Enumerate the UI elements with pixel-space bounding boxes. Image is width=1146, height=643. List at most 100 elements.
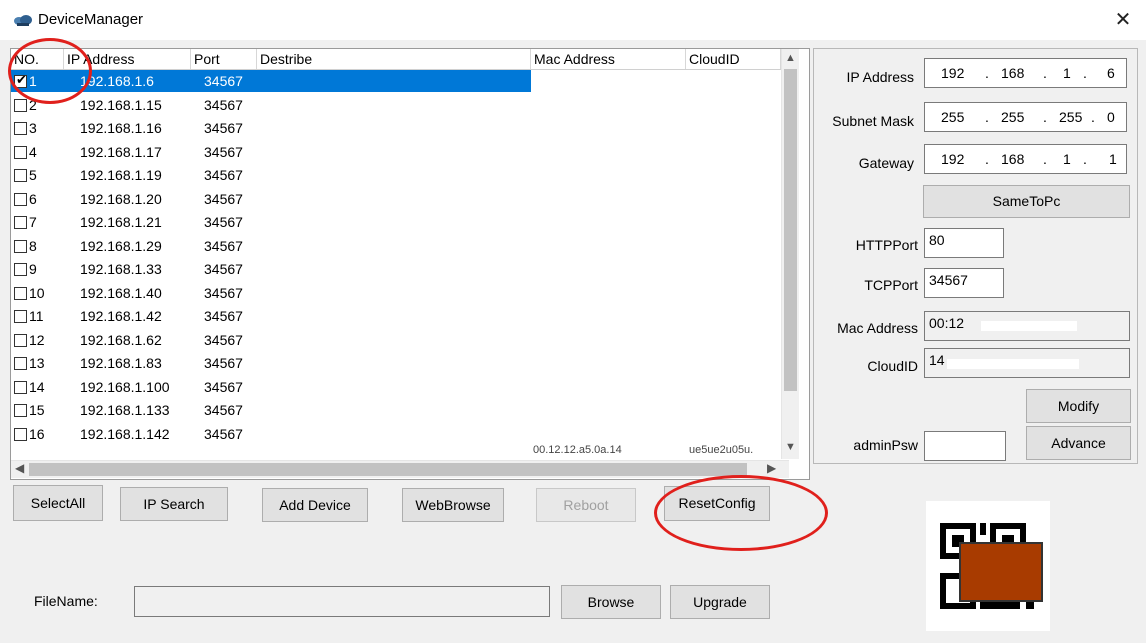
row-checkbox[interactable] bbox=[14, 216, 27, 229]
gw-octet-1[interactable]: 192 bbox=[941, 151, 964, 167]
row-port: 34567 bbox=[204, 96, 243, 113]
gateway-field[interactable]: 192 . 168 . 1 . 1 bbox=[924, 144, 1127, 174]
row-port: 34567 bbox=[204, 261, 243, 277]
gw-octet-4[interactable]: 1 bbox=[1109, 151, 1117, 167]
row-checkbox[interactable] bbox=[14, 380, 27, 394]
reboot-button: Reboot bbox=[536, 488, 636, 522]
table-row[interactable]: 6 192.168.1.20 34567 bbox=[11, 188, 531, 210]
table-row[interactable]: 12 192.168.1.62 34567 bbox=[11, 329, 531, 351]
row-checkbox[interactable] bbox=[14, 169, 27, 182]
row-ip-address: 192.168.1.83 bbox=[80, 355, 162, 371]
ip-octet-3[interactable]: 1 bbox=[1063, 65, 1071, 81]
select-all-button[interactable]: SelectAll bbox=[13, 485, 103, 521]
row-checkbox[interactable] bbox=[14, 145, 27, 159]
scroll-up-icon[interactable]: ▲ bbox=[785, 52, 796, 64]
row-number: 14 bbox=[29, 378, 45, 395]
table-row[interactable]: 13 192.168.1.83 34567 bbox=[11, 352, 531, 374]
ip-address-field[interactable]: 192 . 168 . 1 . 6 bbox=[924, 58, 1127, 88]
row-port: 34567 bbox=[204, 120, 243, 136]
row-checkbox[interactable] bbox=[14, 310, 27, 323]
table-row[interactable]: 4 192.168.1.17 34567 bbox=[11, 141, 531, 163]
gw-octet-2[interactable]: 168 bbox=[1001, 151, 1024, 167]
row-ip-address: 192.168.1.19 bbox=[80, 167, 162, 183]
ip-octet-1[interactable]: 192 bbox=[941, 65, 964, 81]
row-checkbox[interactable] bbox=[14, 192, 27, 206]
add-device-button[interactable]: Add Device bbox=[262, 488, 368, 522]
row-checkbox[interactable] bbox=[14, 333, 27, 347]
ip-octet-4[interactable]: 6 bbox=[1107, 65, 1115, 81]
gw-octet-3[interactable]: 1 bbox=[1063, 151, 1071, 167]
table-row[interactable]: 11 192.168.1.42 34567 bbox=[11, 305, 531, 327]
row-checkbox[interactable] bbox=[14, 122, 27, 135]
table-row[interactable]: 3 192.168.1.16 34567 bbox=[11, 117, 531, 139]
file-name-input[interactable] bbox=[134, 586, 550, 617]
table-row[interactable]: 9 192.168.1.33 34567 bbox=[11, 258, 531, 280]
advance-button[interactable]: Advance bbox=[1026, 426, 1131, 460]
row-checkbox[interactable] bbox=[14, 427, 27, 441]
horizontal-scrollbar[interactable]: ◀ ▶ bbox=[11, 460, 789, 478]
close-button[interactable]: ✕ bbox=[1100, 0, 1146, 40]
ip-octet-2[interactable]: 168 bbox=[1001, 65, 1024, 81]
cloudid-label: CloudID bbox=[867, 358, 918, 374]
row-checkbox[interactable] bbox=[14, 263, 27, 276]
mask-octet-4[interactable]: 0 bbox=[1107, 109, 1115, 125]
ip-search-button[interactable]: IP Search bbox=[120, 487, 228, 521]
gw-dot: . bbox=[1083, 151, 1087, 167]
row-number: 3 bbox=[29, 120, 37, 136]
table-row[interactable]: 14 192.168.1.100 34567 bbox=[11, 376, 531, 398]
http-port-input[interactable]: 80 bbox=[924, 228, 1004, 258]
table-row[interactable]: 16 192.168.1.142 34567 bbox=[11, 423, 531, 445]
scroll-right-icon[interactable]: ▶ bbox=[767, 461, 776, 475]
upgrade-button[interactable]: Upgrade bbox=[670, 585, 770, 619]
admin-password-label: adminPsw bbox=[853, 437, 918, 453]
row-ip-address: 192.168.1.133 bbox=[80, 402, 170, 418]
scroll-down-icon[interactable]: ▼ bbox=[785, 441, 796, 453]
mask-octet-1[interactable]: 255 bbox=[941, 109, 964, 125]
column-header-port[interactable]: Port bbox=[191, 49, 257, 69]
row-port: 34567 bbox=[204, 378, 243, 395]
modify-button[interactable]: Modify bbox=[1026, 389, 1131, 423]
cloudid-field: 14 bbox=[924, 348, 1130, 378]
app-icon bbox=[14, 15, 32, 26]
mask-octet-3[interactable]: 255 bbox=[1059, 109, 1082, 125]
column-header-destribe[interactable]: Destribe bbox=[257, 49, 531, 69]
column-header-mac[interactable]: Mac Address bbox=[531, 49, 686, 69]
window-title: DeviceManager bbox=[38, 11, 144, 28]
web-browse-button[interactable]: WebBrowse bbox=[402, 488, 504, 522]
table-row[interactable]: 7 192.168.1.21 34567 bbox=[11, 211, 531, 233]
table-row[interactable]: 8 192.168.1.29 34567 bbox=[11, 235, 531, 257]
cloudid-value: 14 bbox=[929, 352, 945, 368]
column-header-cloudid[interactable]: CloudID bbox=[686, 49, 781, 69]
same-to-pc-button[interactable]: SameToPc bbox=[923, 185, 1130, 218]
row-port: 34567 bbox=[204, 355, 243, 371]
mac-address-field: 00:12 bbox=[924, 311, 1130, 341]
browse-button[interactable]: Browse bbox=[561, 585, 661, 619]
row-ip-address: 192.168.1.33 bbox=[80, 261, 162, 277]
row-number: 5 bbox=[29, 167, 37, 183]
row-number: 12 bbox=[29, 331, 45, 348]
table-row[interactable]: 2 192.168.1.15 34567 bbox=[11, 94, 531, 116]
title-bar: DeviceManager ✕ bbox=[0, 0, 1146, 40]
table-row[interactable]: 15 192.168.1.133 34567 bbox=[11, 399, 531, 421]
row-number: 16 bbox=[29, 425, 45, 442]
mask-dot: . bbox=[1091, 109, 1095, 125]
row-checkbox[interactable] bbox=[14, 239, 27, 253]
row-number: 11 bbox=[29, 308, 44, 324]
tcp-port-input[interactable]: 34567 bbox=[924, 268, 1004, 298]
row-port: 34567 bbox=[204, 190, 243, 207]
horizontal-scroll-thumb[interactable] bbox=[29, 463, 747, 476]
row-checkbox[interactable] bbox=[14, 286, 27, 300]
row-port: 34567 bbox=[204, 214, 243, 230]
table-row[interactable]: 5 192.168.1.19 34567 bbox=[11, 164, 531, 186]
row-checkbox[interactable] bbox=[14, 98, 27, 112]
device-table[interactable]: NO. IP Address Port Destribe Mac Address… bbox=[10, 48, 810, 480]
mask-octet-2[interactable]: 255 bbox=[1001, 109, 1024, 125]
vertical-scroll-thumb[interactable] bbox=[784, 69, 797, 391]
subnet-mask-field[interactable]: 255 . 255 . 255 . 0 bbox=[924, 102, 1127, 132]
row-checkbox[interactable] bbox=[14, 404, 27, 417]
scroll-left-icon[interactable]: ◀ bbox=[15, 461, 24, 475]
vertical-scrollbar[interactable]: ▲ ▼ bbox=[781, 49, 799, 459]
row-checkbox[interactable] bbox=[14, 357, 27, 370]
table-row[interactable]: 10 192.168.1.40 34567 bbox=[11, 282, 531, 304]
admin-password-input[interactable] bbox=[924, 431, 1006, 461]
